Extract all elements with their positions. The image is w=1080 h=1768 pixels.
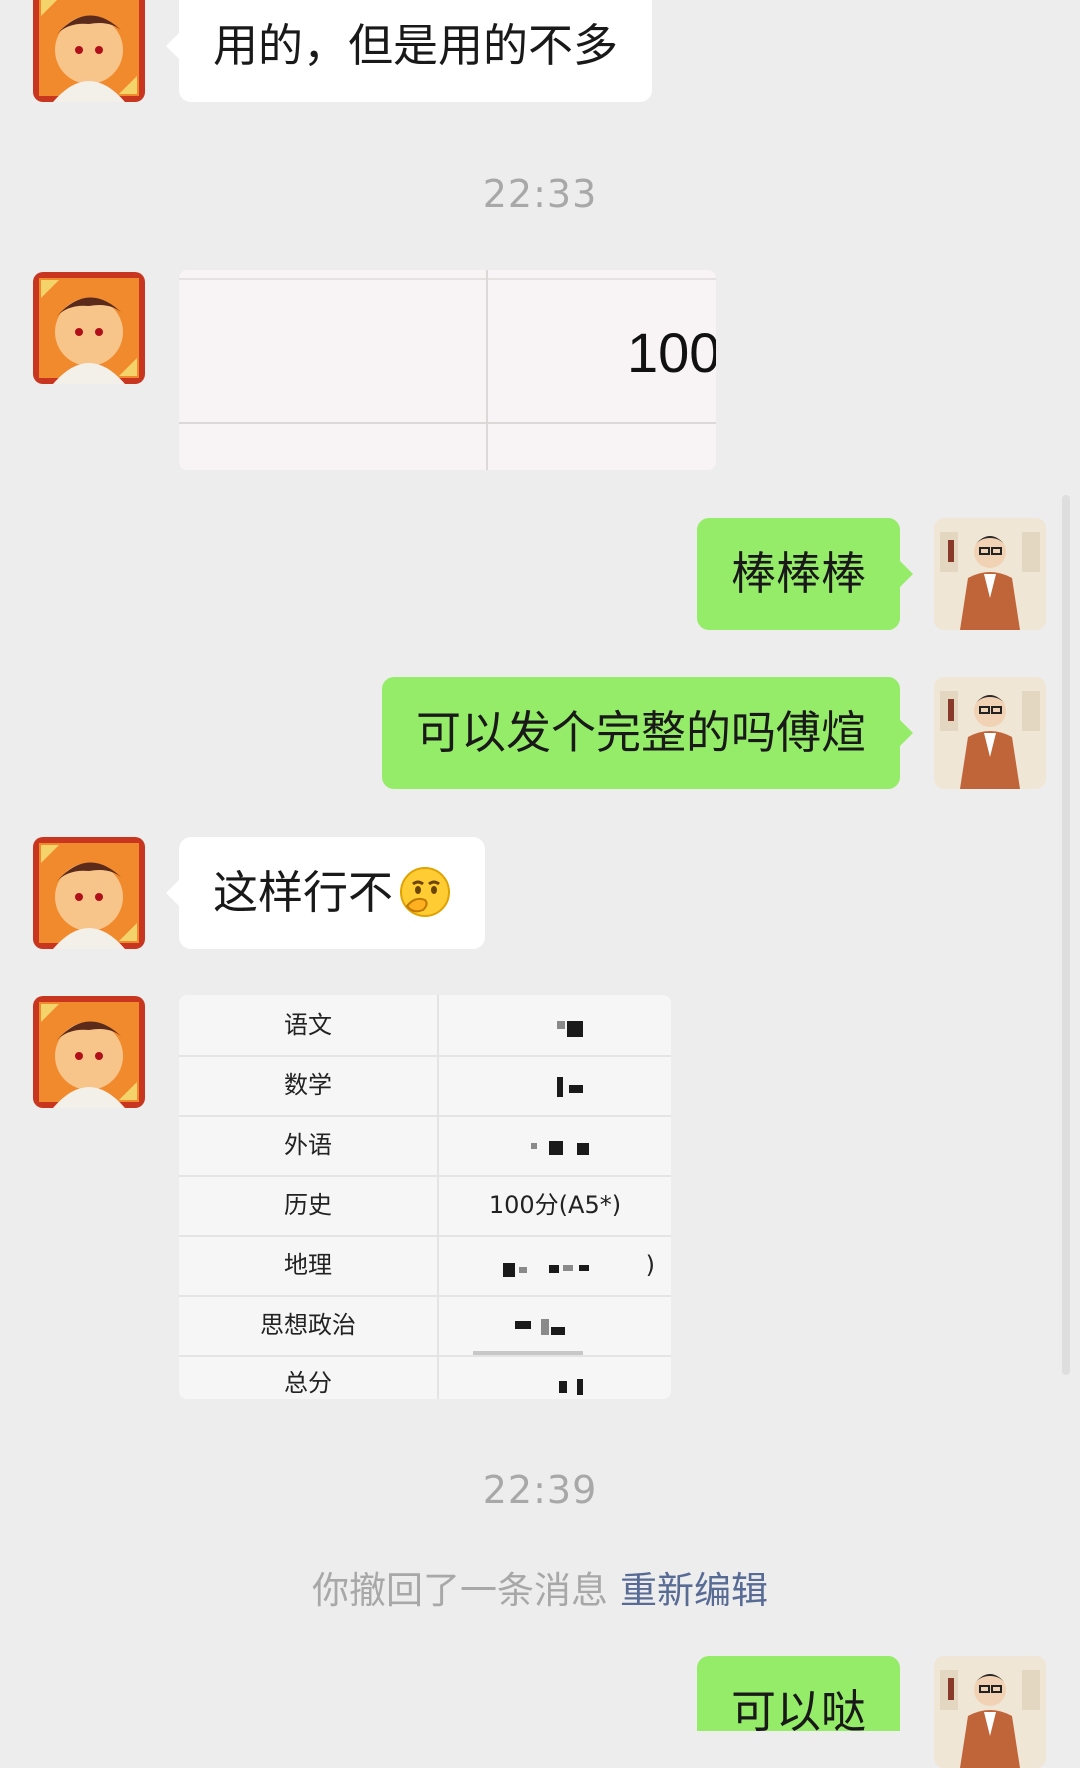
table-row: 思想政治 bbox=[179, 1295, 671, 1357]
table-row: 外语 bbox=[179, 1115, 671, 1177]
table-row: 数学 bbox=[179, 1055, 671, 1117]
redaction-mark bbox=[551, 1327, 565, 1335]
message-bubble-outgoing[interactable]: 可以哒 bbox=[696, 1656, 900, 1731]
message-bubble-incoming[interactable]: 这样行不 bbox=[165, 837, 486, 949]
image-message-score-table[interactable]: 语文 数学 外语 历史 100分(A5*) 地理 ) 思想政治 总分 bbox=[179, 995, 671, 1399]
message-bubble-incoming[interactable]: 用的，但是用的不多 bbox=[165, 0, 653, 102]
anime-boy-avatar-icon bbox=[33, 0, 145, 102]
my-avatar[interactable] bbox=[934, 1656, 1046, 1768]
redaction-mark bbox=[549, 1141, 563, 1155]
subject-cell: 语文 bbox=[284, 1011, 332, 1039]
message-text: 可以哒 bbox=[730, 1685, 866, 1731]
scrollbar[interactable] bbox=[1062, 495, 1070, 1375]
redaction-mark bbox=[557, 1021, 565, 1029]
table-line bbox=[179, 278, 716, 280]
recall-notice: 你撤回了一条消息 重新编辑 bbox=[0, 1560, 1080, 1614]
table-row: 历史 100分(A5*) bbox=[179, 1175, 671, 1237]
redaction-mark bbox=[515, 1321, 531, 1329]
subject-cell: 外语 bbox=[284, 1131, 332, 1159]
contact-avatar[interactable] bbox=[33, 272, 145, 384]
anime-boy-avatar-icon bbox=[33, 272, 145, 384]
timestamp: 22:33 bbox=[482, 172, 598, 216]
subject-cell: 总分 bbox=[284, 1369, 332, 1397]
redaction-mark bbox=[519, 1267, 527, 1273]
subject-cell: 历史 bbox=[284, 1191, 332, 1219]
timestamp: 22:39 bbox=[482, 1468, 598, 1512]
redaction-mark bbox=[549, 1265, 559, 1273]
message-text: 用的，但是用的不多 bbox=[213, 19, 619, 72]
table-row: 总分 bbox=[179, 1355, 671, 1399]
redaction-mark bbox=[531, 1143, 537, 1149]
redaction-mark bbox=[579, 1265, 589, 1271]
subject-cell: 地理 bbox=[284, 1251, 332, 1279]
score-cell: 100分(A5*) bbox=[488, 1191, 622, 1219]
contact-avatar[interactable] bbox=[33, 0, 145, 102]
message-bubble-outgoing[interactable]: 可以发个完整的吗傅煊 bbox=[381, 677, 914, 789]
table-row: 语文 bbox=[179, 995, 671, 1057]
my-avatar[interactable] bbox=[934, 677, 1046, 789]
table-row: 地理 ) bbox=[179, 1235, 671, 1297]
redaction-mark bbox=[557, 1077, 563, 1097]
contact-avatar[interactable] bbox=[33, 996, 145, 1108]
table-line bbox=[486, 270, 488, 470]
score-value: 100 bbox=[627, 321, 716, 384]
teacher-portrait-avatar-icon bbox=[934, 677, 1046, 789]
teacher-portrait-avatar-icon bbox=[934, 1656, 1046, 1768]
redaction-mark bbox=[559, 1381, 567, 1393]
subject-cell: 数学 bbox=[284, 1071, 332, 1099]
my-avatar[interactable] bbox=[934, 518, 1046, 630]
table-line bbox=[179, 422, 716, 424]
redaction-mark bbox=[563, 1265, 573, 1271]
message-text: 这样行不 bbox=[213, 866, 394, 919]
redaction-mark bbox=[567, 1021, 583, 1037]
redaction-mark bbox=[577, 1143, 589, 1155]
image-message[interactable]: 100 bbox=[179, 270, 716, 470]
teacher-portrait-avatar-icon bbox=[934, 518, 1046, 630]
thinking-face-icon bbox=[400, 867, 451, 917]
redaction-mark bbox=[503, 1263, 515, 1277]
anime-boy-avatar-icon bbox=[33, 837, 145, 949]
redaction-mark bbox=[569, 1085, 583, 1093]
anime-boy-avatar-icon bbox=[33, 996, 145, 1108]
recall-text: 你撤回了一条消息 bbox=[312, 1569, 608, 1612]
message-bubble-outgoing[interactable]: 棒棒棒 bbox=[696, 518, 914, 630]
contact-avatar[interactable] bbox=[33, 837, 145, 949]
re-edit-link[interactable]: 重新编辑 bbox=[620, 1569, 768, 1612]
message-text: 可以发个完整的吗傅煊 bbox=[415, 706, 866, 759]
message-text: 棒棒棒 bbox=[730, 547, 866, 600]
redaction-mark bbox=[541, 1319, 549, 1335]
subject-cell: 思想政治 bbox=[260, 1311, 356, 1339]
redaction-mark bbox=[577, 1379, 583, 1395]
